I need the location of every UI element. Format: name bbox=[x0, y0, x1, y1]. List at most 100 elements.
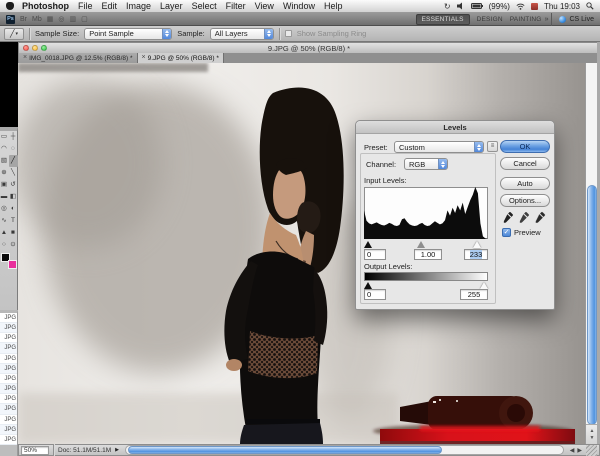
menu-filter[interactable]: Filter bbox=[226, 1, 246, 11]
show-sampling-ring-checkbox[interactable] bbox=[285, 30, 292, 37]
input-menu-flag-icon[interactable] bbox=[531, 3, 538, 10]
file-list-item[interactable]: JPG bbox=[0, 313, 17, 323]
input-gamma-field[interactable]: 1.00 bbox=[414, 249, 442, 260]
menu-file[interactable]: File bbox=[78, 1, 93, 11]
horizontal-scrollbar[interactable] bbox=[125, 445, 564, 455]
workspace-painting[interactable]: PAINTING bbox=[510, 16, 542, 23]
background-color-swatch[interactable] bbox=[8, 260, 17, 269]
crop-tool[interactable]: ▧ bbox=[0, 155, 9, 167]
workspace-overflow-icon[interactable]: » bbox=[545, 16, 549, 23]
clone-stamp-tool[interactable]: ▣ bbox=[0, 179, 9, 191]
history-brush-tool[interactable]: ↺ bbox=[9, 179, 18, 191]
dodge-tool[interactable]: ◐ bbox=[9, 203, 18, 215]
tab-img-0018[interactable]: × IMG_0018.JPG @ 12.5% (RGB/8) * bbox=[19, 53, 138, 63]
sample-popup[interactable]: All Layers bbox=[210, 28, 274, 40]
brush-tool[interactable]: ╲ bbox=[9, 167, 18, 179]
black-point-eyedropper-icon[interactable] bbox=[502, 211, 514, 223]
vertical-scrollbar[interactable]: ▲▼ bbox=[585, 63, 597, 444]
hand-tool[interactable]: ○ bbox=[0, 239, 9, 251]
close-window-icon[interactable] bbox=[23, 45, 29, 51]
channel-popup[interactable]: RGB bbox=[404, 158, 448, 170]
preset-popup[interactable]: Custom bbox=[394, 141, 484, 153]
eraser-tool[interactable]: ▬ bbox=[0, 191, 9, 203]
battery-icon[interactable] bbox=[471, 3, 483, 9]
quick-selection-tool[interactable]: ◌ bbox=[9, 143, 18, 155]
file-list-item[interactable]: JPG bbox=[0, 415, 17, 425]
rectangular-marquee-tool[interactable]: ▭ bbox=[0, 131, 9, 143]
output-white-slider[interactable] bbox=[480, 282, 488, 289]
menu-layer[interactable]: Layer bbox=[160, 1, 183, 11]
tool-preset-picker[interactable]: ╱▾ bbox=[4, 28, 24, 40]
file-list-item[interactable]: JPG bbox=[0, 333, 17, 343]
output-black-slider[interactable] bbox=[364, 282, 372, 289]
menu-help[interactable]: Help bbox=[324, 1, 343, 11]
tab-close-icon[interactable]: × bbox=[142, 53, 146, 63]
vertical-scrollbar-thumb[interactable] bbox=[587, 185, 597, 425]
ok-button[interactable]: OK bbox=[500, 140, 550, 153]
file-list-item[interactable]: JPG bbox=[0, 354, 17, 364]
gradient-tool[interactable]: ◧ bbox=[9, 191, 18, 203]
input-black-field[interactable]: 0 bbox=[364, 249, 386, 260]
menu-image[interactable]: Image bbox=[126, 1, 151, 11]
view-extras-icon[interactable]: ▦ bbox=[47, 15, 54, 23]
horizontal-scroll-arrows[interactable]: ◀▶ bbox=[570, 447, 582, 454]
output-white-field[interactable]: 255 bbox=[460, 289, 488, 300]
workspace-essentials[interactable]: ESSENTIALS bbox=[416, 14, 470, 25]
screen-mode-icon[interactable]: ▢ bbox=[81, 15, 88, 23]
eyedropper-tool[interactable]: ╱ bbox=[9, 155, 18, 167]
tab-close-icon[interactable]: × bbox=[23, 53, 27, 63]
healing-brush-tool[interactable]: ⊕ bbox=[0, 167, 9, 179]
file-list-item[interactable]: JPG bbox=[0, 343, 17, 353]
window-resize-grip[interactable] bbox=[586, 445, 597, 456]
file-list-item[interactable]: JPG bbox=[0, 425, 17, 435]
blur-tool[interactable]: ◎ bbox=[0, 203, 9, 215]
cs-live-button[interactable]: CS Live bbox=[551, 13, 594, 26]
menu-bar-clock[interactable]: Thu 19:03 bbox=[544, 2, 580, 11]
preview-checkbox[interactable]: ✓ bbox=[502, 228, 511, 237]
cancel-button[interactable]: Cancel bbox=[500, 157, 550, 170]
zoom-level-icon[interactable]: ◎ bbox=[58, 15, 64, 23]
white-point-eyedropper-icon[interactable] bbox=[534, 211, 546, 223]
zoom-level-field[interactable]: 50% bbox=[21, 446, 49, 455]
menu-view[interactable]: View bbox=[255, 1, 274, 11]
auto-button[interactable]: Auto bbox=[500, 177, 550, 190]
menu-edit[interactable]: Edit bbox=[102, 1, 118, 11]
input-gamma-slider[interactable] bbox=[417, 241, 425, 248]
menu-select[interactable]: Select bbox=[192, 1, 217, 11]
workspace-design[interactable]: DESIGN bbox=[477, 16, 503, 23]
zoom-tool[interactable]: ⊙ bbox=[9, 239, 18, 251]
gray-point-eyedropper-icon[interactable] bbox=[518, 211, 530, 223]
menu-photoshop[interactable]: Photoshop bbox=[22, 1, 69, 11]
output-black-field[interactable]: 0 bbox=[364, 289, 386, 300]
pen-tool[interactable]: ∿ bbox=[0, 215, 9, 227]
file-list-item[interactable]: JPG bbox=[0, 364, 17, 374]
shape-tool[interactable]: ■ bbox=[9, 227, 18, 239]
preset-options-icon[interactable]: ≡ bbox=[487, 141, 498, 152]
lasso-tool[interactable]: ◠ bbox=[0, 143, 9, 155]
spotlight-icon[interactable] bbox=[586, 2, 594, 10]
input-black-slider[interactable] bbox=[364, 241, 372, 248]
sync-spinner-icon[interactable]: ↻ bbox=[444, 2, 451, 11]
status-popup-arrow-icon[interactable]: ▶ bbox=[115, 447, 119, 453]
wifi-icon[interactable] bbox=[516, 3, 525, 10]
file-list-item[interactable]: JPG bbox=[0, 323, 17, 333]
bridge-icon[interactable]: Br bbox=[20, 16, 27, 23]
move-tool[interactable]: ┼ bbox=[9, 131, 18, 143]
type-tool[interactable]: T bbox=[9, 215, 18, 227]
file-list-item[interactable]: JPG bbox=[0, 394, 17, 404]
options-button[interactable]: Options... bbox=[500, 194, 550, 207]
document-window-titlebar[interactable]: 9.JPG @ 50% (RGB/8) * bbox=[18, 42, 600, 53]
input-white-field[interactable]: 233 bbox=[464, 249, 488, 260]
arrange-documents-icon[interactable]: ▥ bbox=[69, 15, 76, 23]
minimize-window-icon[interactable] bbox=[32, 45, 38, 51]
file-list-item[interactable]: JPG bbox=[0, 404, 17, 414]
tab-9-jpg[interactable]: × 9.JPG @ 50% (RGB/8) * bbox=[138, 53, 224, 63]
mini-bridge-icon[interactable]: Mb bbox=[32, 16, 42, 23]
volume-icon[interactable] bbox=[457, 2, 465, 10]
file-list-item[interactable]: JPG bbox=[0, 384, 17, 394]
zoom-window-icon[interactable] bbox=[41, 45, 47, 51]
levels-dialog-title[interactable]: Levels bbox=[356, 121, 554, 134]
input-white-slider[interactable] bbox=[473, 241, 481, 248]
sample-size-popup[interactable]: Point Sample bbox=[84, 28, 172, 40]
menu-window[interactable]: Window bbox=[283, 1, 315, 11]
